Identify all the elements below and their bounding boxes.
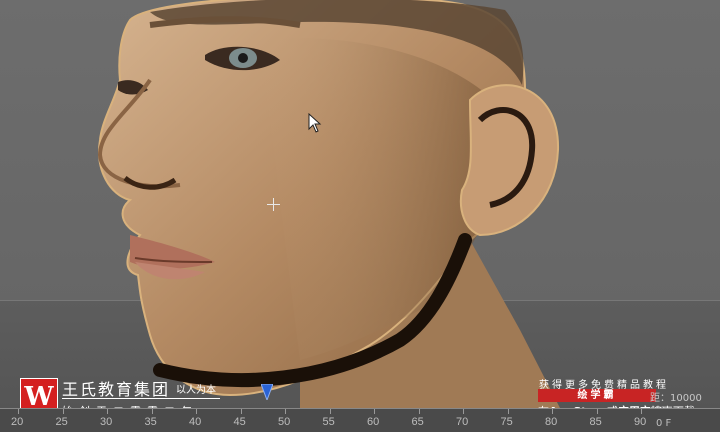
timeline-tick [329,409,331,414]
timeline-tick [463,409,464,414]
timeline-tick-label: 80 [545,416,558,428]
3d-viewport[interactable] [0,0,720,408]
timeline-tick-label: 25 [55,416,68,428]
frame-readout: 0 F [656,418,672,429]
timeline-tick-label: 60 [367,416,380,428]
org-divider [62,398,220,399]
crosshair-icon [267,198,280,211]
timeline-ruler[interactable]: 20 25 30 35 40 45 50 55 60 65 70 75 80 85 90 [0,408,720,432]
timeline-tick-label: 30 [100,416,113,428]
timeline-tick [596,409,598,414]
timeline-tick [374,409,375,414]
timeline-tick [151,409,153,414]
timeline-tick-label: 55 [322,416,335,428]
org-name: 王氏教育集团 [62,380,171,399]
timeline-tick-label: 75 [500,416,513,428]
org-slogan: 以人为本 [176,385,216,396]
timeline-tick-label: 45 [233,416,246,428]
timeline-tick-label: 40 [189,416,202,428]
timeline-tick [641,409,642,414]
timeline-tick-label: 70 [456,416,469,428]
timeline-tick [196,409,197,414]
timeline-tick [507,409,509,414]
timeline-tick [418,409,420,414]
timeline-tick-label: 65 [411,416,424,428]
timeline-tick-label: 35 [144,416,157,428]
timeline-tick [62,409,64,414]
timeline-tick [285,409,286,414]
timeline-tick [240,409,242,414]
timeline-tick [107,409,108,414]
timeline-tick-label: 85 [589,416,602,428]
timeline-tick-label: 50 [278,416,291,428]
timeline-tick [18,409,19,414]
timeline-tick-label: 90 [634,416,647,428]
timeline-tick-label: 20 [11,416,24,428]
head-render [97,0,560,408]
playhead-marker-icon[interactable] [261,384,274,400]
timeline-tick [552,409,553,414]
mouse-cursor-icon [308,113,322,133]
promo-brand-badge: 绘学霸 [538,389,656,402]
